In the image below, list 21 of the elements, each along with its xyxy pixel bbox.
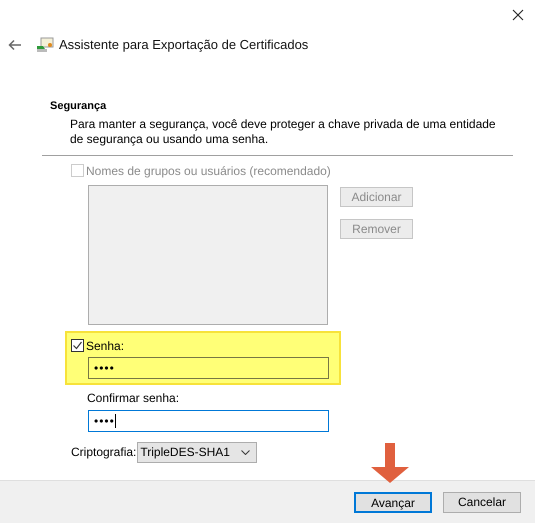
close-icon[interactable] (511, 8, 525, 22)
section-description: Para manter a segurança, você deve proteger a chave privada de uma entidade de segurança ou usando uma senha. (69, 116, 497, 146)
password-checkbox[interactable] (71, 339, 84, 352)
encryption-label: Criptografia: (71, 444, 136, 461)
back-arrow-icon[interactable] (8, 39, 22, 51)
password-label: Senha: (86, 338, 124, 354)
confirm-label: Confirmar senha: (87, 390, 180, 406)
field-value: •••• (94, 412, 115, 430)
confirm-password-field[interactable]: •••• (88, 410, 329, 432)
footer-button[interactable]: Cancelar (443, 492, 521, 512)
check-icon (72, 340, 83, 351)
down-arrow-icon (369, 443, 411, 483)
footer-button[interactable]: Avançar (354, 492, 432, 512)
certificate-icon (36, 37, 54, 53)
encryption-dropdown[interactable]: TripleDES-SHA1 (137, 442, 258, 462)
window-title: Assistente para Exportação de Certificados (59, 36, 308, 54)
section-heading: Segurança (50, 99, 108, 114)
password-field[interactable]: •••• (88, 356, 329, 378)
checkbox-label: Nomes de grupos ou usuários (recomendado) (86, 162, 331, 180)
text-cursor (114, 414, 116, 428)
chevron-down-icon (241, 450, 250, 454)
